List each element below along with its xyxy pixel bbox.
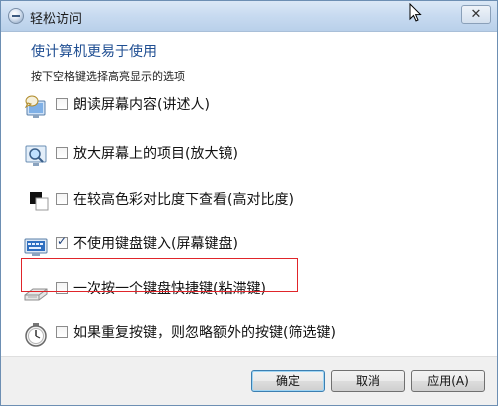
option-label: 在较高色彩对比度下查看(高对比度) xyxy=(73,192,294,208)
instruction-text: 按下空格键选择高亮显示的选项 xyxy=(31,70,185,83)
narrator-icon xyxy=(24,95,46,118)
option-high-contrast[interactable]: 在较高色彩对比度下查看(高对比度) xyxy=(23,188,493,218)
cancel-button[interactable]: 取消 xyxy=(331,370,405,392)
checkbox-narrator[interactable] xyxy=(56,98,68,110)
option-label: 朗读屏幕内容(讲述人) xyxy=(73,97,210,113)
checkbox-on-screen-keyboard[interactable] xyxy=(56,234,68,249)
ease-of-access-icon xyxy=(8,8,24,24)
magnifier-icon xyxy=(25,145,47,166)
selection-highlight xyxy=(21,258,298,292)
ease-of-access-dialog: 轻松访问 ✕ 使计算机更易于使用 按下空格键选择高亮显示的选项 朗读屏幕内容(讲… xyxy=(0,0,498,406)
checkbox-filter-keys[interactable] xyxy=(56,326,68,338)
high-contrast-icon xyxy=(30,192,49,211)
page-heading: 使计算机更易于使用 xyxy=(31,44,157,60)
apply-button[interactable]: 应用(A) xyxy=(411,370,485,392)
ok-button[interactable]: 确定 xyxy=(251,370,325,392)
close-button[interactable]: ✕ xyxy=(461,5,491,24)
checkbox-magnifier[interactable] xyxy=(56,147,68,159)
on-screen-keyboard-icon xyxy=(24,238,48,256)
dialog-content: 使计算机更易于使用 按下空格键选择高亮显示的选项 朗读屏幕内容(讲述人) 放大屏… xyxy=(1,32,497,357)
option-narrator[interactable]: 朗读屏幕内容(讲述人) xyxy=(23,93,493,123)
option-label: 如果重复按键，则忽略额外的按键(筛选键) xyxy=(73,325,336,341)
filter-keys-icon xyxy=(25,323,47,347)
option-filter-keys[interactable]: 如果重复按键，则忽略额外的按键(筛选键) xyxy=(23,321,493,351)
checkbox-high-contrast[interactable] xyxy=(56,193,68,205)
option-label: 放大屏幕上的项目(放大镜) xyxy=(73,146,238,162)
window-title: 轻松访问 xyxy=(30,12,83,27)
option-label: 不使用键盘键入(屏幕键盘) xyxy=(73,236,238,252)
option-magnifier[interactable]: 放大屏幕上的项目(放大镜) xyxy=(23,142,493,172)
button-bar: 确定 取消 应用(A) xyxy=(1,356,497,405)
